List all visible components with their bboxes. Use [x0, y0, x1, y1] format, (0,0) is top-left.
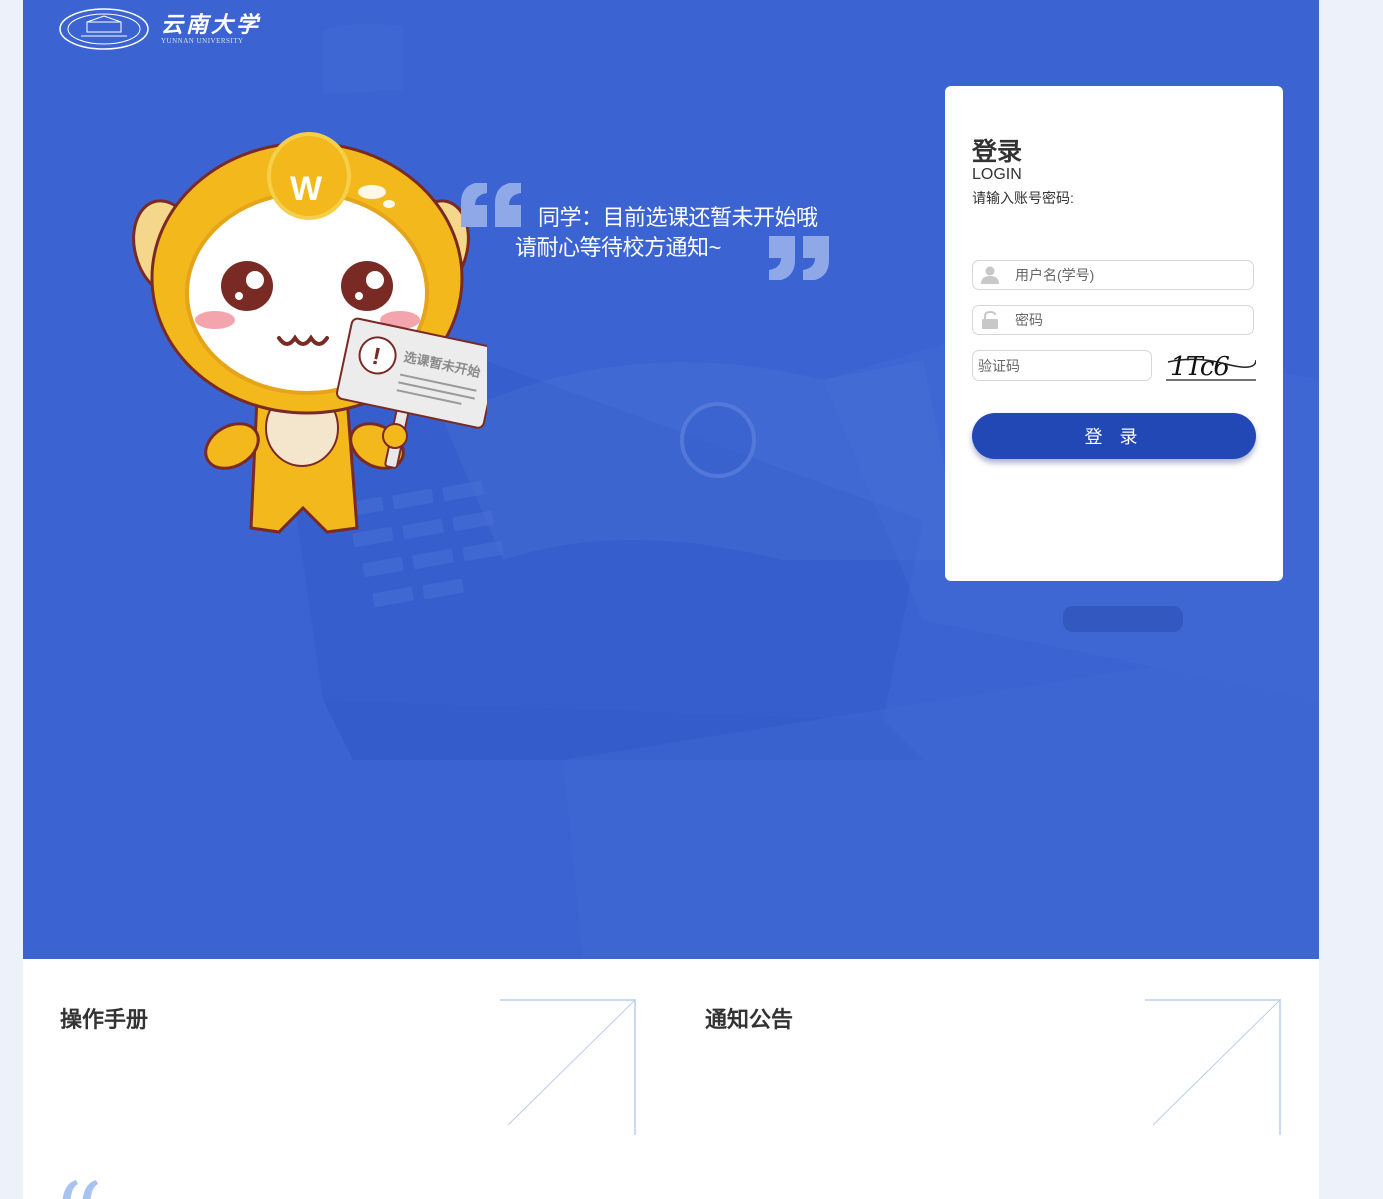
captcha-text: 1Tc6: [1170, 352, 1229, 381]
login-title: 登录: [972, 138, 1023, 166]
username-field[interactable]: [972, 260, 1254, 290]
username-input[interactable]: [1015, 261, 1245, 289]
captcha-input[interactable]: [978, 351, 1146, 380]
panel-corner-decoration: [1145, 999, 1281, 1135]
bottom-quote-icon: [62, 1180, 98, 1199]
notice-panel: 通知公告: [705, 999, 1281, 1139]
banner-message-line1: 同学：目前选课还暂未开始哦: [538, 205, 818, 230]
login-hint: 请输入账号密码:: [972, 190, 1074, 206]
university-logo[interactable]: 云南大学 YUNNAN UNIVERSITY: [59, 8, 261, 50]
banner-message-line2: 请耐心等待校方通知~: [515, 235, 721, 260]
login-button[interactable]: 登 录: [972, 413, 1256, 459]
notice-title[interactable]: 通知公告: [705, 1002, 793, 1034]
user-icon: [981, 266, 999, 284]
logo-name-en: YUNNAN UNIVERSITY: [161, 37, 244, 45]
svg-text:W: W: [290, 170, 323, 208]
password-field[interactable]: [972, 305, 1254, 335]
hero-banner: 云南大学 YUNNAN UNIVERSITY W ! 选课暂未开始 同学：目前选…: [23, 0, 1319, 959]
quote-close-icon: [769, 236, 829, 280]
quote-open-icon: [461, 183, 521, 227]
manual-panel: 操作手册: [60, 999, 636, 1139]
mascot-illustration: W ! 选课暂未开始: [132, 132, 487, 534]
login-card: 登录 LOGIN 请输入账号密码: 用户名(学号) 验证码 1Tc6 登 录: [945, 86, 1283, 581]
login-subtitle: LOGIN: [972, 166, 1022, 183]
password-input[interactable]: [1015, 306, 1245, 334]
captcha-image[interactable]: 1Tc6: [1166, 350, 1256, 381]
page-container: 云南大学 YUNNAN UNIVERSITY W ! 选课暂未开始 同学：目前选…: [23, 0, 1319, 1199]
manual-title[interactable]: 操作手册: [60, 1002, 148, 1034]
panel-corner-decoration: [500, 999, 636, 1135]
logo-name-cn: 云南大学: [161, 12, 262, 38]
captcha-field[interactable]: [972, 350, 1152, 381]
university-seal-icon: [59, 8, 149, 50]
lock-icon: [982, 311, 998, 329]
